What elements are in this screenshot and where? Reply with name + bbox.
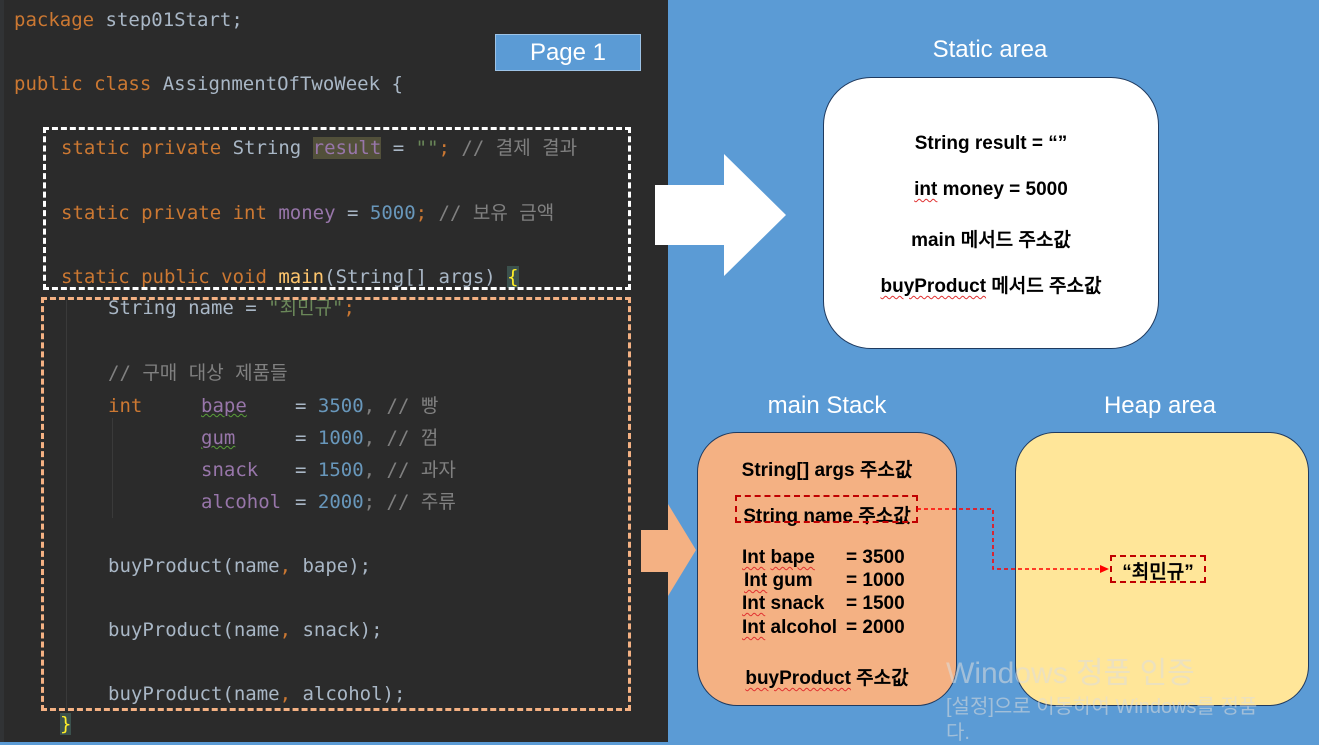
windows-activation-line2: 다.	[946, 722, 970, 744]
reference-arrow	[917, 508, 1109, 573]
windows-activation-line: [설정]으로 이동하여 Windows를 정품	[946, 696, 1258, 718]
windows-activation-title: Windows 정품 인증	[946, 657, 1195, 690]
